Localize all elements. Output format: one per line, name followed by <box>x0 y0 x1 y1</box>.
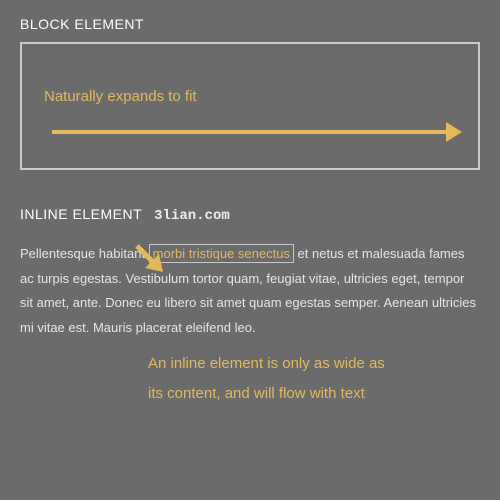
pointer-arrow-icon <box>131 240 171 280</box>
block-caption: Naturally expands to fit <box>44 88 197 105</box>
watermark-domain: 3lian.com <box>154 208 230 224</box>
inline-paragraph: Pellentesque habitant morbi tristique se… <box>20 242 480 341</box>
inline-caption: An inline element is only as wide as its… <box>148 349 398 409</box>
expand-arrow <box>52 122 462 142</box>
block-element-box: Naturally expands to fit <box>20 42 480 170</box>
para-prefix: Pellentesque habitant <box>20 246 149 261</box>
inline-heading: INLINE ELEMENT <box>20 206 142 222</box>
block-heading: BLOCK ELEMENT <box>20 16 480 32</box>
